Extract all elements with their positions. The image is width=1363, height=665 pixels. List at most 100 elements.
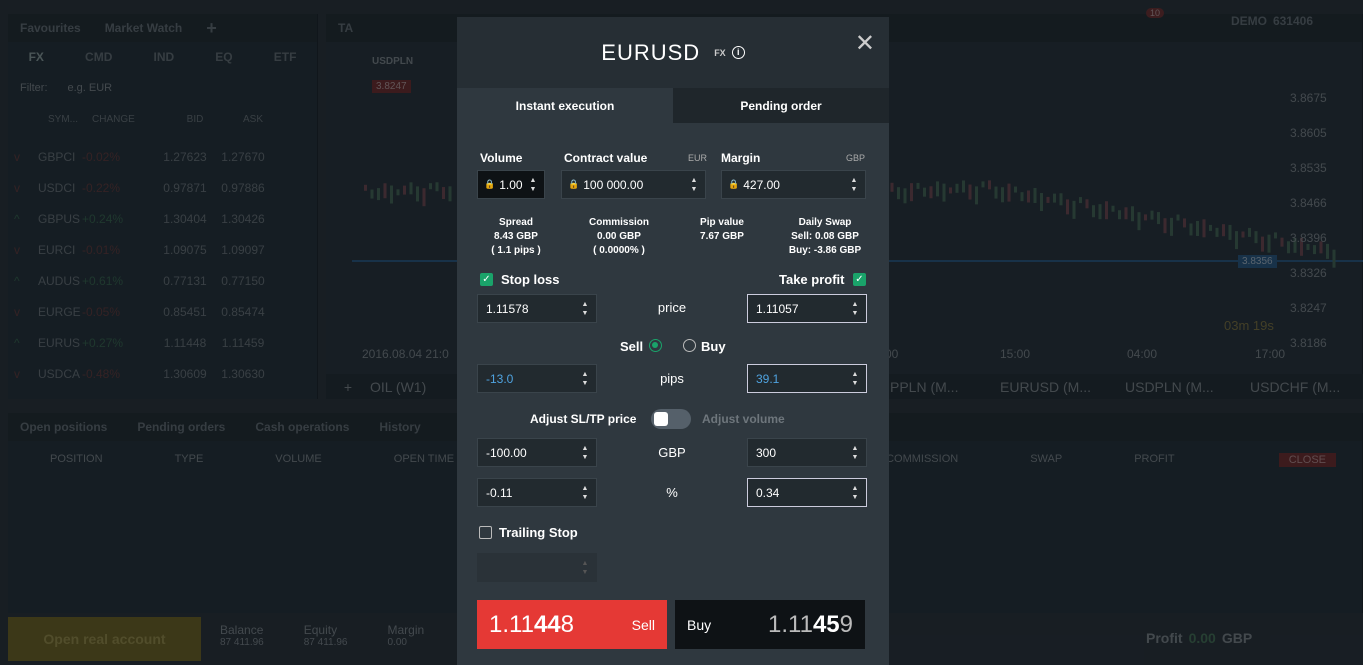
col-type[interactable]: TYPE	[175, 453, 204, 465]
sl-pips-stepper[interactable]: ▲ ▼	[578, 370, 592, 388]
trailing-stop-stepper[interactable]: ▲ ▼	[578, 559, 592, 577]
tp-gbp-stepper[interactable]: ▲ ▼	[848, 444, 862, 462]
row-bid[interactable]: 0.85451	[154, 305, 210, 319]
col-commission[interactable]: COMMISSION	[886, 453, 958, 465]
sl-pips-input[interactable]: -13.0 ▲ ▼	[477, 364, 597, 393]
cat-fx[interactable]: FX	[29, 50, 44, 64]
row-bid[interactable]: 1.30404	[154, 212, 210, 226]
market-row[interactable]: v EURGE -0.05% 0.85451 0.85474	[8, 296, 317, 327]
row-ask[interactable]: 1.30630	[210, 367, 270, 381]
market-row[interactable]: v USDCA -0.48% 1.30609 1.30630	[8, 358, 317, 389]
tab-open-positions[interactable]: Open positions	[8, 420, 119, 434]
sell-radio[interactable]	[649, 339, 662, 352]
row-ask[interactable]: 1.30426	[210, 212, 270, 226]
tp-pct-stepper[interactable]: ▲ ▼	[848, 484, 862, 502]
row-ask[interactable]: 1.27670	[210, 150, 270, 164]
x-tick-label: 15:00	[1000, 347, 1031, 361]
sl-price-input[interactable]: 1.11578 ▲ ▼	[477, 294, 597, 323]
volume-stepper[interactable]: ▲ ▼	[526, 176, 540, 194]
tp-price-stepper[interactable]: ▲ ▼	[848, 300, 862, 318]
col-sym[interactable]: SYM...	[42, 114, 86, 125]
cat-ind[interactable]: IND	[153, 50, 174, 64]
trailing-stop-checkbox[interactable]	[479, 526, 492, 539]
add-tab-icon[interactable]: +	[194, 18, 229, 39]
tab-usdchf[interactable]: USDCHF (M...	[1250, 379, 1360, 395]
contract-input[interactable]: 🔒 100 000.00 ▲ ▼	[561, 170, 706, 199]
tp-pct-input[interactable]: 0.34 ▲ ▼	[747, 478, 867, 507]
tab-ppln[interactable]: PPLN (M...	[890, 379, 1000, 395]
col-bid[interactable]: BID	[164, 114, 220, 125]
close-all-button[interactable]: CLOSE	[1278, 453, 1336, 467]
sl-gbp-input[interactable]: -100.00 ▲ ▼	[477, 438, 597, 467]
tp-price-input[interactable]: 1.11057 ▲ ▼	[747, 294, 867, 323]
trailing-stop-input[interactable]: ▲ ▼	[477, 553, 597, 582]
sl-gbp-stepper[interactable]: ▲ ▼	[578, 444, 592, 462]
tab-instant-execution[interactable]: Instant execution	[457, 88, 673, 123]
market-row[interactable]: v USDCI -0.22% 0.97871 0.97886	[8, 172, 317, 203]
volume-input[interactable]: 🔒 1.00 ▲ ▼	[477, 170, 545, 199]
candle	[1209, 224, 1212, 231]
row-bid[interactable]: 0.97871	[154, 181, 210, 195]
account-info[interactable]: DEMO 631406	[1231, 14, 1313, 28]
cat-etf[interactable]: ETF	[274, 50, 297, 64]
filter-input[interactable]: e.g. EUR	[68, 82, 113, 94]
sl-price-stepper[interactable]: ▲ ▼	[578, 300, 592, 318]
add-chart-icon[interactable]: +	[326, 379, 370, 395]
market-row[interactable]: ^ EURUS +0.27% 1.11448 1.11459	[8, 327, 317, 358]
open-real-account-button[interactable]: Open real account	[8, 617, 201, 661]
row-bid[interactable]: 0.77131	[154, 274, 210, 288]
tab-market-watch[interactable]: Market Watch	[93, 21, 195, 35]
col-change[interactable]: CHANGE	[86, 114, 164, 125]
sl-pct-stepper[interactable]: ▲ ▼	[578, 484, 592, 502]
tab-pending-orders[interactable]: Pending orders	[125, 420, 237, 434]
tab-ta[interactable]: TA	[326, 21, 365, 35]
col-volume[interactable]: VOLUME	[275, 453, 321, 465]
close-icon[interactable]: ✕	[855, 29, 875, 58]
tp-pips-input[interactable]: 39.1 ▲ ▼	[747, 364, 867, 393]
tab-usdpln[interactable]: USDPLN (M...	[1125, 379, 1250, 395]
row-bid[interactable]: 1.30609	[154, 367, 210, 381]
take-profit-checkbox[interactable]: ✓	[853, 273, 866, 286]
margin-input[interactable]: 🔒 427.00 ▲ ▼	[721, 170, 866, 199]
chart-symbol[interactable]: USDPLN	[372, 56, 413, 67]
row-bid[interactable]: 1.11448	[154, 336, 210, 350]
arrow-up-icon: ^	[14, 335, 20, 350]
tab-favourites[interactable]: Favourites	[8, 21, 93, 35]
row-ask[interactable]: 0.77150	[210, 274, 270, 288]
sl-pct-input[interactable]: -0.11 ▲ ▼	[477, 478, 597, 507]
row-ask[interactable]: 1.11459	[210, 336, 270, 350]
row-ask[interactable]: 0.85474	[210, 305, 270, 319]
tab-eurusd[interactable]: EURUSD (M...	[1000, 379, 1125, 395]
cat-eq[interactable]: EQ	[215, 50, 232, 64]
contract-stepper[interactable]: ▲ ▼	[687, 176, 701, 194]
tab-pending-order[interactable]: Pending order	[673, 88, 889, 123]
cat-cmd[interactable]: CMD	[85, 50, 112, 64]
buy-radio[interactable]	[683, 339, 696, 352]
col-ask[interactable]: ASK	[220, 114, 280, 125]
row-ask[interactable]: 0.97886	[210, 181, 270, 195]
col-swap[interactable]: SWAP	[1030, 453, 1062, 465]
col-position[interactable]: POSITION	[50, 453, 103, 465]
row-bid[interactable]: 1.09075	[154, 243, 210, 257]
info-icon[interactable]: i	[731, 46, 745, 59]
sell-button[interactable]: 1.11448 Sell	[477, 600, 667, 649]
market-row[interactable]: ^ AUDUS +0.61% 0.77131 0.77150	[8, 265, 317, 296]
buy-button[interactable]: Buy 1.11459	[675, 600, 865, 649]
row-ask[interactable]: 1.09097	[210, 243, 270, 257]
market-row[interactable]: v EURCI -0.01% 1.09075 1.09097	[8, 234, 317, 265]
market-row[interactable]: v GBPCI -0.02% 1.27623 1.27670	[8, 141, 317, 172]
row-bid[interactable]: 1.27623	[154, 150, 210, 164]
tab-cash-operations[interactable]: Cash operations	[243, 420, 361, 434]
tab-history[interactable]: History	[367, 420, 432, 434]
stop-loss-checkbox[interactable]: ✓	[480, 273, 493, 286]
market-row[interactable]: ^ GBPUS +0.24% 1.30404 1.30426	[8, 203, 317, 234]
margin-stepper[interactable]: ▲ ▼	[847, 176, 861, 194]
tp-pips-stepper[interactable]: ▲ ▼	[848, 370, 862, 388]
col-open-time[interactable]: OPEN TIME	[394, 453, 454, 465]
adjust-toggle[interactable]	[651, 409, 691, 429]
col-profit[interactable]: PROFIT	[1134, 453, 1174, 465]
notification-count[interactable]: 10	[1146, 8, 1165, 18]
commission-pct: ( 0.0000% )	[593, 245, 645, 256]
pct-label: %	[666, 485, 678, 500]
tp-gbp-input[interactable]: 300 ▲ ▼	[747, 438, 867, 467]
